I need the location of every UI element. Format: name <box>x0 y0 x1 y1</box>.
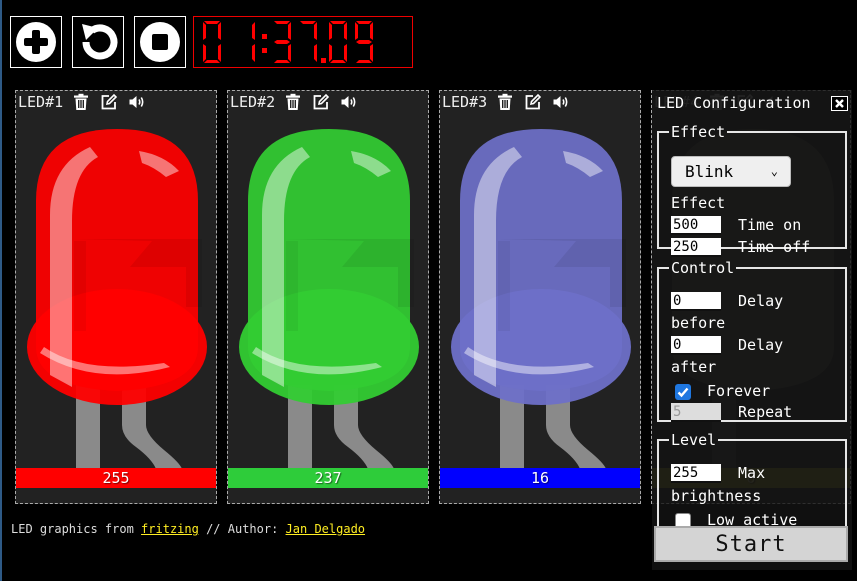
led-post <box>286 241 298 331</box>
edit-icon[interactable] <box>99 93 119 111</box>
time-on-label: Time on <box>738 216 802 234</box>
level-group: Level Max brightness Low active <box>657 431 847 529</box>
led-card-header: LED#2 <box>230 92 359 112</box>
max-brightness-label: Max <box>738 464 766 482</box>
forever-label: Forever <box>707 382 771 400</box>
start-button[interactable]: Start <box>654 526 848 562</box>
delay-after-input[interactable] <box>671 336 721 355</box>
led-graphic-3 <box>451 129 631 469</box>
volume-icon[interactable] <box>551 93 571 111</box>
volume-icon[interactable] <box>339 93 359 111</box>
seven-segment-clock <box>203 21 373 63</box>
clock-dot <box>321 58 326 63</box>
led-config-dialog: LED Configuration Effect Blink ⌄ Effect … <box>652 90 852 570</box>
clock-digit <box>355 21 373 63</box>
time-on-input[interactable] <box>671 216 721 235</box>
clock-colon <box>262 48 267 53</box>
forever-checkbox[interactable] <box>675 383 691 400</box>
fritzing-link[interactable]: fritzing <box>141 522 199 536</box>
time-off-label: Time off <box>738 238 811 256</box>
control-legend: Control <box>671 259 735 277</box>
dialog-title: LED Configuration <box>657 94 811 112</box>
author-link[interactable]: Jan Delgado <box>286 522 365 536</box>
delay-before-label: Delay <box>738 292 784 310</box>
clock-digit <box>274 21 291 63</box>
clock-digit <box>252 22 255 62</box>
trash-icon[interactable] <box>283 93 303 111</box>
clock-digit <box>203 21 221 63</box>
led-level-bar: 237 <box>228 468 428 488</box>
delay-after-label-2: after <box>671 358 717 376</box>
effect-label: Effect <box>671 194 726 212</box>
clock-colon <box>262 34 267 39</box>
trash-icon[interactable] <box>71 93 91 111</box>
clock-digit <box>300 21 317 62</box>
toolbar <box>10 16 186 68</box>
led-card: LED#3 16 <box>439 90 641 504</box>
edit-icon[interactable] <box>523 93 543 111</box>
reset-button[interactable] <box>72 16 124 68</box>
effect-group: Effect Blink ⌄ Effect Time on Time off <box>657 123 847 257</box>
led-level-value: 16 <box>530 469 550 487</box>
close-button[interactable] <box>831 96 848 111</box>
led-graphic-2 <box>239 129 419 469</box>
window-edge <box>0 0 2 581</box>
time-off-input[interactable] <box>671 238 721 257</box>
led-card-header: LED#1 <box>18 92 147 112</box>
effect-select[interactable]: Blink ⌄ <box>671 156 791 187</box>
max-brightness-label-2: brightness <box>671 487 762 505</box>
clock-digit <box>329 21 347 63</box>
led-level-bar: 255 <box>16 468 216 488</box>
delay-before-label-2: before <box>671 314 726 332</box>
timer-display <box>193 16 413 68</box>
close-icon <box>835 99 844 108</box>
led-label: LED#3 <box>442 93 488 111</box>
effect-select-value: Blink <box>685 162 734 181</box>
check-icon <box>677 387 689 397</box>
repeat-label: Repeat <box>738 403 793 421</box>
level-legend: Level <box>671 431 717 449</box>
led-level-value: 237 <box>314 469 342 487</box>
plus-circle-icon <box>16 22 56 62</box>
led-post <box>74 241 86 331</box>
led-card: LED#1 255 <box>15 90 217 504</box>
trash-icon[interactable] <box>495 93 515 111</box>
led-card-header: LED#3 <box>442 92 571 112</box>
delay-before-input[interactable] <box>671 292 721 311</box>
credits-middle: // Author: <box>198 522 286 536</box>
max-brightness-input[interactable] <box>671 464 721 483</box>
led-label: LED#2 <box>230 93 276 111</box>
led-card: LED#2 237 <box>227 90 429 504</box>
chevron-down-icon: ⌄ <box>770 164 778 178</box>
credits: LED graphics from fritzing // Author: Ja… <box>11 522 365 536</box>
effect-legend: Effect <box>671 123 726 141</box>
led-level-bar: 16 <box>440 468 640 488</box>
volume-icon[interactable] <box>127 93 147 111</box>
stop-circle-icon <box>140 22 180 62</box>
stop-button[interactable] <box>134 16 186 68</box>
led-label: LED#1 <box>18 93 64 111</box>
led-post <box>498 241 510 331</box>
led-level-value: 255 <box>102 469 130 487</box>
add-led-button[interactable] <box>10 16 62 68</box>
delay-after-label: Delay <box>738 336 784 354</box>
edit-icon[interactable] <box>311 93 331 111</box>
repeat-input <box>671 403 721 422</box>
credits-prefix: LED graphics from <box>11 522 142 536</box>
led-graphic-1 <box>27 129 207 469</box>
rotate-ccw-icon <box>82 24 118 60</box>
control-group: Control Delay before Delay after Forever… <box>657 260 847 422</box>
